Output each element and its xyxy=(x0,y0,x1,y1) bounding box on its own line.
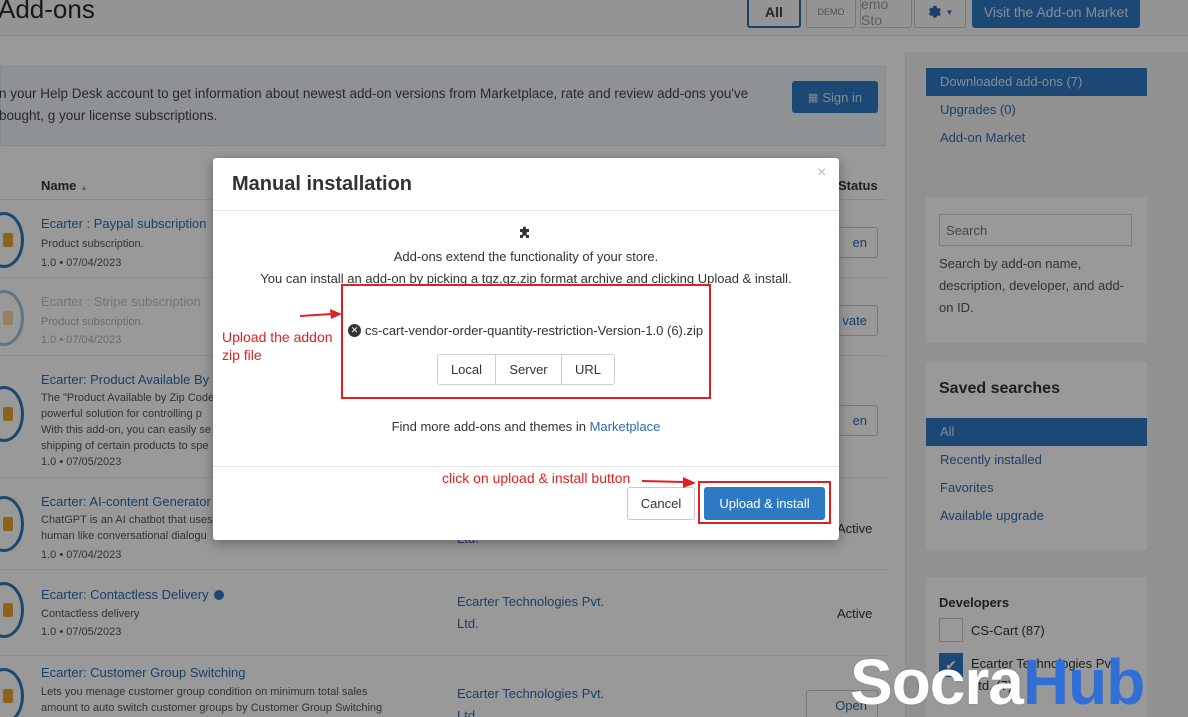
divider xyxy=(213,210,839,211)
cancel-button[interactable]: Cancel xyxy=(627,487,695,520)
marketplace-link[interactable]: Marketplace xyxy=(590,419,661,434)
annotation-upload: Upload the addon zip file xyxy=(222,329,333,363)
file-source-selector: Local Server URL xyxy=(437,354,615,385)
file-name: cs-cart-vendor-order-quantity-restrictio… xyxy=(365,323,704,338)
source-local-button[interactable]: Local xyxy=(438,355,496,384)
source-url-button[interactable]: URL xyxy=(562,355,614,384)
socrahub-watermark: SocraHub xyxy=(850,646,1145,717)
remove-file-icon[interactable]: ✕ xyxy=(348,324,361,337)
annotation-click: click on upload & install button xyxy=(442,470,631,486)
selected-file: ✕ cs-cart-vendor-order-quantity-restrict… xyxy=(348,323,703,338)
source-server-button[interactable]: Server xyxy=(496,355,562,384)
dialog-description: Add-ons extend the functionality of your… xyxy=(393,249,659,264)
dialog-title: Manual installation xyxy=(232,173,413,195)
divider xyxy=(213,466,839,467)
upload-install-button[interactable]: Upload & install xyxy=(704,487,825,520)
close-icon[interactable]: × xyxy=(817,164,826,182)
puzzle-icon xyxy=(520,226,529,238)
find-more-text: Find more add-ons and themes in Marketpl… xyxy=(391,419,661,434)
